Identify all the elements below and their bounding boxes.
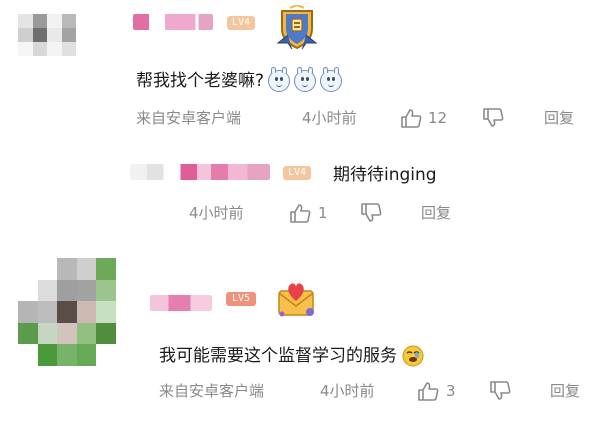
- reply-text: 期待待inging: [333, 165, 437, 185]
- thumbs-up-icon[interactable]: [289, 203, 311, 223]
- thumbs-down-icon[interactable]: [360, 203, 382, 223]
- like-count: 1: [318, 204, 328, 222]
- level-badge: LV4: [283, 166, 311, 180]
- like-count: 12: [428, 109, 448, 127]
- medal-badge-icon: [276, 5, 318, 50]
- level-badge: LV5: [226, 292, 256, 306]
- reply-button[interactable]: 回复: [550, 382, 580, 400]
- reply-button[interactable]: 回复: [544, 109, 574, 127]
- like-count: 3: [446, 382, 456, 400]
- username[interactable]: [150, 295, 212, 311]
- smirk-emoji-icon: [402, 345, 424, 367]
- thumbs-up-icon[interactable]: [417, 381, 439, 401]
- thumbs-up-icon[interactable]: [400, 108, 422, 128]
- heart-envelope-icon: [278, 283, 314, 317]
- level-badge: LV4: [227, 16, 255, 30]
- comment-source: 来自安卓客户端: [159, 382, 265, 400]
- reply-time: 4小时前: [189, 204, 244, 222]
- username[interactable]: [133, 14, 213, 30]
- smile-face-icon: [294, 67, 317, 92]
- smile-face-icon: [320, 67, 343, 92]
- comment-time: 4小时前: [320, 382, 375, 400]
- username[interactable]: [130, 164, 270, 180]
- reply-button[interactable]: 回复: [421, 204, 451, 222]
- comment-time: 4小时前: [302, 109, 357, 127]
- comment-text: 我可能需要这个监督学习的服务: [159, 341, 424, 367]
- smile-face-icon: [268, 67, 291, 92]
- comment-text: 帮我找个老婆嘛?: [136, 66, 343, 92]
- thumbs-down-icon[interactable]: [482, 108, 504, 128]
- avatar[interactable]: [18, 258, 116, 366]
- comment-source: 来自安卓客户端: [136, 109, 242, 127]
- avatar[interactable]: [18, 14, 76, 56]
- thumbs-down-icon[interactable]: [489, 381, 511, 401]
